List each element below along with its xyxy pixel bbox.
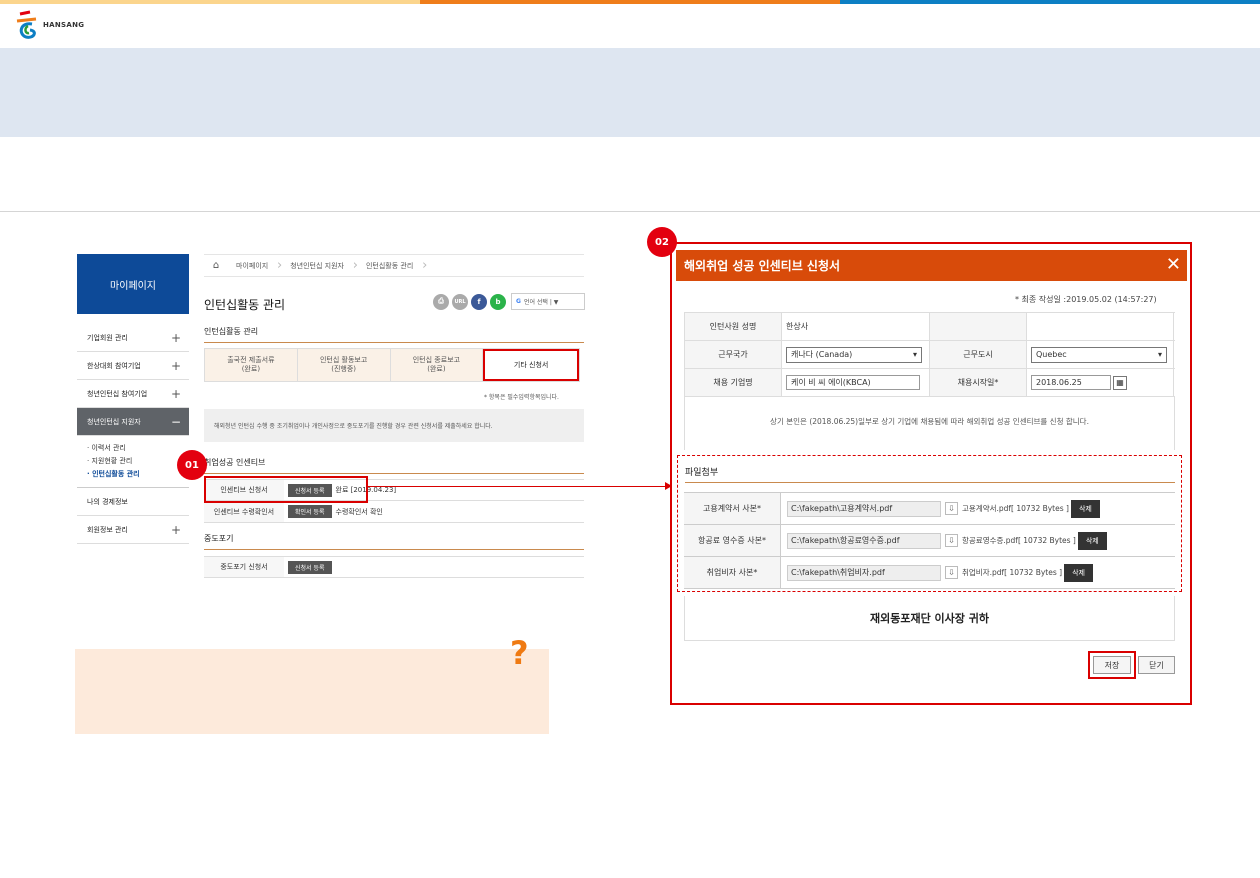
city-select[interactable]: Quebec ▾ <box>1031 346 1167 363</box>
url-icon[interactable]: URL <box>452 293 468 310</box>
modal-header: 해외취업 성공 인센티브 신청서 ✕ <box>676 250 1187 281</box>
page-title: 인턴십활동 관리 <box>204 298 286 312</box>
plus-icon: + <box>170 386 181 401</box>
header-band <box>0 48 1260 137</box>
file-section-title: 파일첨부 <box>685 465 1175 483</box>
required-note: * 항목은 필수입력항목입니다. <box>484 394 559 401</box>
table-row: 근무국가 캐나다 (Canada) ▾ 근무도시 Quebec ▾ <box>684 341 1175 369</box>
file-table: 고용계약서 사본* C:\fakepath\고용계약서.pdf ⇩ 고용계약서.… <box>684 492 1175 589</box>
sidebar-item-company-member[interactable]: 기업회원 관리 + <box>77 324 189 352</box>
delete-button[interactable]: 삭제 <box>1077 531 1107 550</box>
minus-icon: − <box>170 414 181 429</box>
file-path-input[interactable]: C:\fakepath\항공료영수증.pdf <box>787 532 941 549</box>
table-row: 중도포기 신청서 신청서 등록 <box>204 556 584 578</box>
register-quit-button[interactable]: 신청서 등록 <box>288 560 332 574</box>
modal-title: 해외취업 성공 인센티브 신청서 <box>684 259 841 273</box>
table-row: 취업비자 사본* C:\fakepath\취업비자.pdf ⇩ 취업비자.pdf… <box>684 557 1175 589</box>
tab-predeparture[interactable]: 출국전 제출서류 (완료) <box>205 349 298 381</box>
breadcrumb-item[interactable]: 인턴십활동 관리 <box>358 258 428 273</box>
home-icon[interactable]: ⌂ <box>204 260 228 271</box>
dropdown-arrow-icon: ▾ <box>1157 350 1162 359</box>
language-select[interactable]: G 언어 선택 | ▼ <box>511 293 585 310</box>
sidebar-item-member-info[interactable]: 회원정보 관리 + <box>77 516 189 544</box>
breadcrumb-item[interactable]: 청년인턴십 지원자 <box>282 258 358 273</box>
google-icon: G <box>516 298 521 305</box>
callout-badge: 02 <box>647 227 677 257</box>
highlight-box <box>1088 651 1136 679</box>
close-icon[interactable]: ✕ <box>1166 254 1181 275</box>
info-table: 인턴사원 성명 한상사 근무국가 캐나다 (Canada) ▾ 근무도시 Queb… <box>684 312 1175 397</box>
sidebar-item-economy[interactable]: 나의 경제정보 <box>77 488 189 516</box>
table-row: 인센티브 수령확인서 확인서 등록 수령확인서 확인 <box>204 501 584 523</box>
section-title-quit: 중도포기 <box>204 533 584 550</box>
plus-icon: + <box>170 358 181 373</box>
question-icon: ? <box>510 634 529 672</box>
info-panel <box>75 649 549 734</box>
callout-badge: 01 <box>177 450 207 480</box>
delete-button[interactable]: 삭제 <box>1070 499 1100 518</box>
breadcrumb-item[interactable]: 마이페이지 <box>228 258 282 273</box>
table-row: 인턴사원 성명 한상사 <box>684 313 1175 341</box>
sidebar-item-intern-company[interactable]: 청년인턴십 참여기업 + <box>77 380 189 408</box>
sidebar-item-intern-applicant[interactable]: 청년인턴십 지원자 − <box>77 408 189 436</box>
plus-icon: + <box>170 522 181 537</box>
intern-name: 한상사 <box>786 322 809 331</box>
sidebar-title: 마이페이지 <box>77 254 189 314</box>
print-icon[interactable]: ⎙ <box>433 293 449 310</box>
upload-icon[interactable]: ⇩ <box>945 534 958 547</box>
upload-icon[interactable]: ⇩ <box>945 502 958 515</box>
section-title-incentive: 취업성공 인센티브 <box>204 457 584 474</box>
logo[interactable]: HANSANG <box>14 10 84 40</box>
sidebar-sub-resume[interactable]: · 이력서 관리 <box>87 442 189 455</box>
breadcrumb: ⌂ 마이페이지 청년인턴십 지원자 인턴십활동 관리 <box>204 254 584 277</box>
country-select[interactable]: 캐나다 (Canada) ▾ <box>786 346 922 363</box>
section-title-activity: 인턴십활동 관리 <box>204 326 584 343</box>
register-receipt-button[interactable]: 확인서 등록 <box>288 505 332 518</box>
sidebar-sub-status[interactable]: · 지원현황 관리 <box>87 455 189 468</box>
mypage-sidebar: 마이페이지 기업회원 관리 + 한상대회 참여기업 + 청년인턴십 참여기업 + 청년… <box>77 254 189 544</box>
facebook-icon[interactable]: f <box>471 293 487 310</box>
upload-icon[interactable]: ⇩ <box>945 566 958 579</box>
tab-end-report[interactable]: 인턴십 종료보고 (완료) <box>390 349 484 381</box>
highlight-box <box>204 476 368 503</box>
table-row: 채용 기업명 케이 비 씨 에이(KBCA) 채용시작일* 2018.06.25… <box>684 369 1175 397</box>
signature-line: 재외동포재단 이사장 귀하 <box>684 596 1175 641</box>
tab-other-forms[interactable]: 기타 신청서 <box>483 349 579 381</box>
sidebar-item-hansang-event[interactable]: 한상대회 참여기업 + <box>77 352 189 380</box>
company-input[interactable]: 케이 비 씨 에이(KBCA) <box>786 375 920 390</box>
blog-icon[interactable]: b <box>490 293 506 310</box>
dropdown-arrow-icon: ▾ <box>912 350 917 359</box>
hansang-logo-icon <box>14 10 40 40</box>
plus-icon: + <box>170 330 181 345</box>
logo-text: HANSANG <box>43 21 85 29</box>
tab-activity-report[interactable]: 인턴십 활동보고 (진행중) <box>297 349 391 381</box>
page-tools: ⎙ URL f b G 언어 선택 | ▼ <box>433 293 585 310</box>
pledge-text: 상기 본인은 (2018.06.25)일부로 상기 기업에 채용됨에 따라 해외… <box>684 396 1175 450</box>
start-date-input[interactable]: 2018.06.25 <box>1031 375 1111 390</box>
file-path-input[interactable]: C:\fakepath\고용계약서.pdf <box>787 500 941 517</box>
file-path-input[interactable]: C:\fakepath\취업비자.pdf <box>787 564 941 581</box>
top-color-bar <box>0 0 1260 4</box>
calendar-icon[interactable]: ▦ <box>1113 375 1127 390</box>
table-row: 항공료 영수증 사본* C:\fakepath\항공료영수증.pdf ⇩ 항공료… <box>684 525 1175 557</box>
sidebar-sub-activity[interactable]: · 인턴십활동 관리 <box>87 468 189 481</box>
arrow-connector <box>366 482 672 490</box>
file-name[interactable]: 취업비자.pdf[ 10732 Bytes ] <box>962 567 1062 578</box>
last-modified: * 최종 작성일 :2019.05.02 (14:57:27) <box>1015 295 1157 304</box>
quit-table: 중도포기 신청서 신청서 등록 <box>204 556 584 578</box>
file-name[interactable]: 항공료영수증.pdf[ 10732 Bytes ] <box>962 535 1076 546</box>
notice-box: 해외청년 인턴십 수행 중 조기취업이나 개인사정으로 중도포기를 진행할 경우… <box>204 409 584 442</box>
sidebar-submenu: · 이력서 관리 · 지원현황 관리 · 인턴십활동 관리 <box>77 436 189 488</box>
file-name[interactable]: 고용계약서.pdf[ 10732 Bytes ] <box>962 503 1069 514</box>
close-button[interactable]: 닫기 <box>1138 656 1175 674</box>
table-row: 고용계약서 사본* C:\fakepath\고용계약서.pdf ⇩ 고용계약서.… <box>684 493 1175 525</box>
activity-tabs: 출국전 제출서류 (완료) 인턴십 활동보고 (진행중) 인턴십 종료보고 (완… <box>204 348 580 382</box>
delete-button[interactable]: 삭제 <box>1064 563 1093 582</box>
divider <box>0 211 1260 212</box>
